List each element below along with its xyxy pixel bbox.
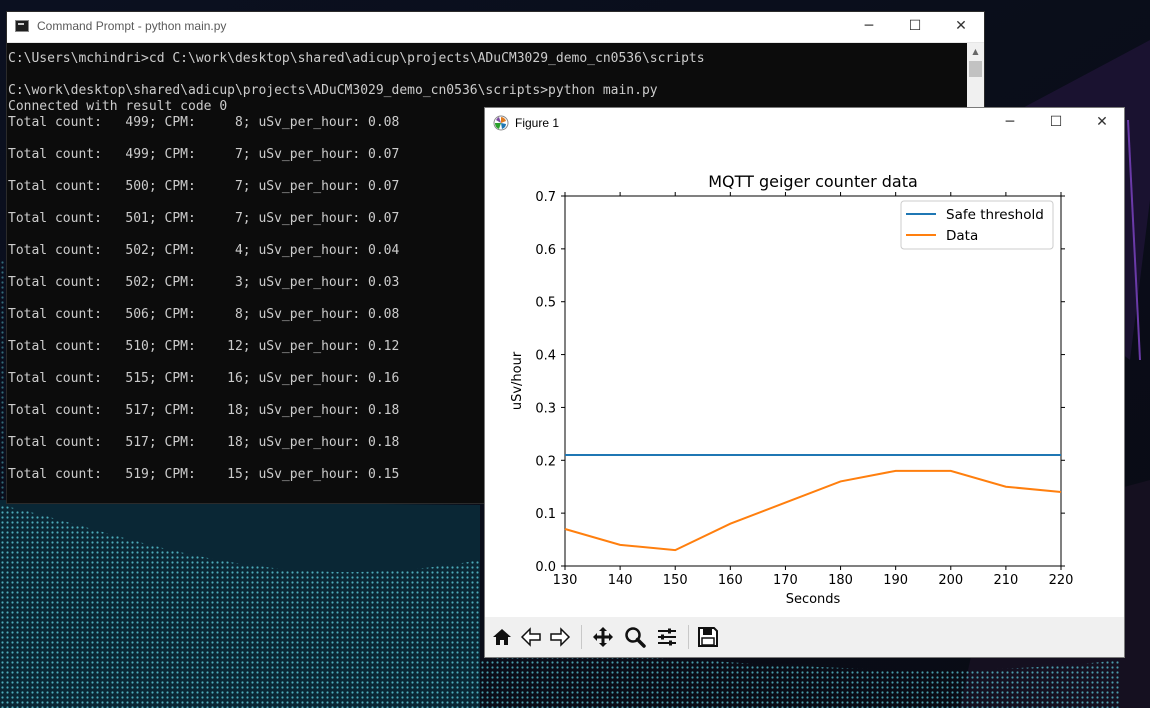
console-minimize-button[interactable]: ─	[846, 12, 892, 42]
console-window-title: Command Prompt - python main.py	[37, 19, 227, 33]
home-icon	[493, 629, 511, 645]
chart-title: MQTT geiger counter data	[708, 172, 918, 191]
console-maximize-button[interactable]: ☐	[892, 12, 938, 42]
scroll-up-arrow-icon[interactable]: ▲	[967, 43, 984, 60]
figure-close-button[interactable]: ✕	[1079, 108, 1125, 138]
toolbar-separator	[688, 625, 689, 649]
x-tick-label: 140	[608, 573, 633, 588]
configure-subplots-button[interactable]	[653, 623, 681, 651]
save-button[interactable]	[694, 623, 722, 651]
figure-title-bar[interactable]: Figure 1 ─ ☐ ✕	[485, 108, 1124, 139]
plot-canvas[interactable]: MQTT geiger counter data 130 140 150 160 170 1…	[485, 139, 1124, 617]
x-tick-label: 180	[828, 573, 853, 588]
x-tick-label: 170	[773, 573, 798, 588]
console-title-bar[interactable]: Command Prompt - python main.py ─ ☐ ✕	[7, 12, 984, 43]
scroll-thumb[interactable]	[969, 61, 982, 77]
back-icon	[520, 627, 541, 647]
y-tick-label: 0.6	[535, 243, 556, 258]
console-line: C:\work\desktop\shared\adicup\projects\A…	[8, 83, 658, 98]
x-tick-label: 200	[938, 573, 963, 588]
plot-frame	[564, 195, 1062, 567]
x-tick-label: 130	[553, 573, 578, 588]
legend-label: Data	[946, 228, 978, 244]
figure-window-title: Figure 1	[515, 116, 560, 130]
x-tick-label: 220	[1049, 573, 1074, 588]
x-tick-label: 160	[718, 573, 743, 588]
x-tick-label: 210	[993, 573, 1018, 588]
y-tick-label: 0.1	[535, 507, 556, 522]
matplotlib-icon	[493, 115, 509, 131]
figure-toolbar	[485, 617, 1124, 657]
y-tick-label: 0.0	[535, 560, 556, 575]
figure-maximize-button[interactable]: ☐	[1033, 108, 1079, 138]
figure-window[interactable]: Figure 1 ─ ☐ ✕ MQTT geiger counter data 1…	[484, 107, 1125, 658]
zoom-button[interactable]	[621, 623, 649, 651]
pan-icon	[593, 627, 613, 647]
figure-minimize-button[interactable]: ─	[987, 108, 1033, 138]
home-button[interactable]	[488, 623, 516, 651]
legend-label: Safe threshold	[946, 207, 1044, 223]
save-icon	[698, 627, 718, 647]
series-line-data	[564, 469, 1062, 552]
x-tick-label: 190	[883, 573, 908, 588]
pan-button[interactable]	[589, 623, 617, 651]
y-axis-label: uSv/hour	[510, 351, 525, 410]
forward-icon	[550, 627, 571, 647]
console-close-button[interactable]: ✕	[938, 12, 984, 42]
x-axis-label: Seconds	[786, 592, 841, 607]
configure-subplots-icon	[658, 628, 676, 646]
toolbar-separator	[581, 625, 582, 649]
y-tick-label: 0.4	[535, 349, 556, 364]
y-tick-label: 0.2	[535, 454, 556, 469]
back-button[interactable]	[517, 623, 545, 651]
command-prompt-icon	[15, 20, 29, 32]
y-tick-label: 0.7	[535, 190, 556, 205]
forward-button[interactable]	[546, 623, 574, 651]
x-tick-label: 150	[663, 573, 688, 588]
y-tick-label: 0.3	[535, 401, 556, 416]
zoom-icon	[625, 627, 646, 648]
y-tick-label: 0.5	[535, 296, 556, 311]
console-line: C:\Users\mchindri>cd C:\work\desktop\sha…	[8, 51, 705, 66]
